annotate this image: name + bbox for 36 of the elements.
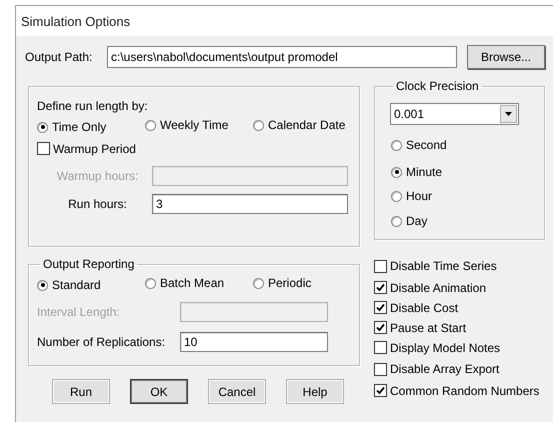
radio-button[interactable]: Weekly Time xyxy=(145,118,228,133)
checkbox[interactable]: Disable Time Series xyxy=(374,258,497,274)
group-title: Clock Precision xyxy=(395,79,480,93)
checkbox[interactable]: Disable Array Export xyxy=(374,361,500,377)
field-label: Run hours: xyxy=(68,197,127,211)
field-label: Warmup hours: xyxy=(56,169,138,183)
field-label: Interval Length: xyxy=(37,304,120,318)
checkbox[interactable]: Disable Animation xyxy=(374,280,486,296)
checkbox[interactable]: Display Model Notes xyxy=(374,340,500,356)
radio-button[interactable]: Calendar Date xyxy=(253,118,346,133)
group-title: Define run length by: xyxy=(37,99,149,113)
hours-field[interactable]: 3 xyxy=(152,194,348,214)
radio-button[interactable]: Periodic xyxy=(253,276,312,291)
number-field[interactable]: 10 xyxy=(180,332,328,352)
checkbox[interactable]: Warmup Period xyxy=(37,140,136,156)
radio-button[interactable]: Time Only xyxy=(37,120,106,134)
radio-button[interactable]: Batch Mean xyxy=(145,276,224,291)
radio-button[interactable]: Standard xyxy=(37,278,101,292)
dialog-button[interactable]: Help xyxy=(286,379,344,404)
dialog-button[interactable]: Run xyxy=(52,379,110,404)
checkbox[interactable]: Disable Cost xyxy=(374,300,458,316)
radio-button[interactable]: Hour xyxy=(391,188,432,204)
dialog-button[interactable]: OK xyxy=(130,379,188,404)
output-path-field[interactable]: c:\users\nabol\documents\output promodel xyxy=(107,46,457,68)
radio-button[interactable]: Day xyxy=(391,214,428,228)
checkbox[interactable]: Common Random Numbers xyxy=(374,382,540,398)
dialog-button[interactable]: Cancel xyxy=(208,379,266,404)
field-label: Output Path: xyxy=(25,50,94,64)
field-label: Number of Replications: xyxy=(37,334,166,348)
radio-button[interactable]: Second xyxy=(391,138,447,153)
window-title: Simulation Options xyxy=(16,6,553,36)
browse-button[interactable]: Browse... xyxy=(467,45,545,69)
precision-dropdown[interactable]: 0.001 xyxy=(390,103,519,125)
checkbox[interactable]: Pause at Start xyxy=(374,320,466,336)
group-title: Output Reporting xyxy=(42,257,136,271)
radio-button[interactable]: Minute xyxy=(391,164,442,180)
